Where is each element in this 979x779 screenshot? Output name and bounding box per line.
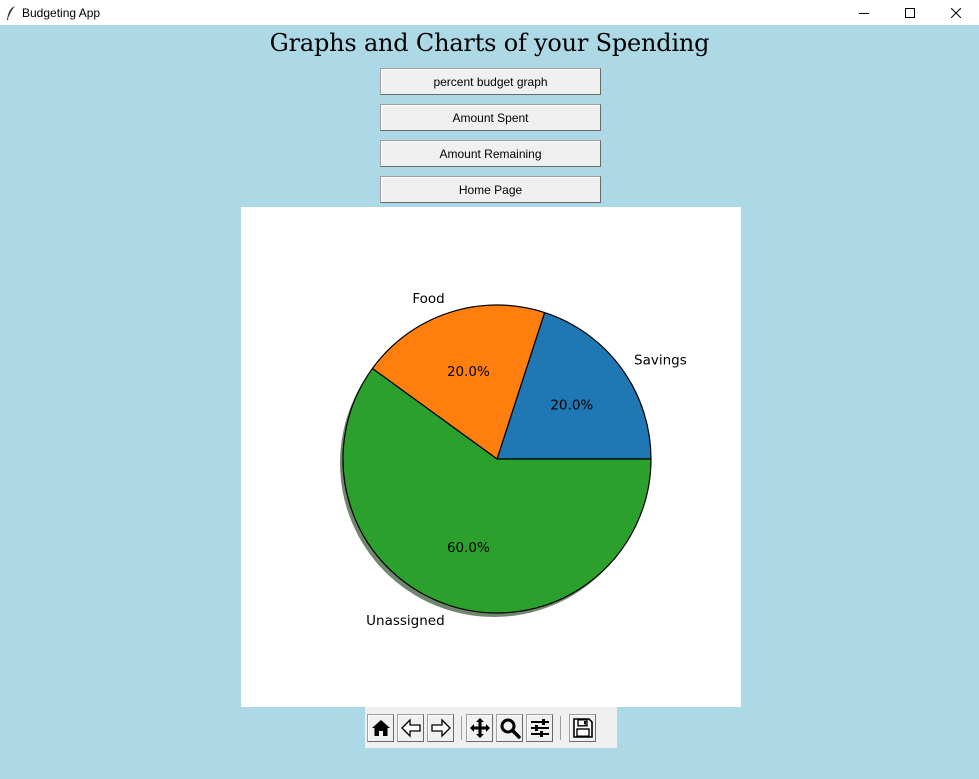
configure-subplots-icon[interactable]	[526, 714, 553, 742]
amount-spent-button[interactable]: Amount Spent	[380, 104, 601, 131]
pan-icon[interactable]	[466, 714, 493, 742]
percent-budget-graph-button[interactable]: percent budget graph	[380, 68, 601, 95]
close-icon[interactable]	[933, 0, 979, 25]
home-page-button[interactable]: Home Page	[380, 176, 601, 203]
pie-percent-label: 60.0%	[447, 540, 490, 556]
feather-icon	[3, 5, 19, 21]
window-controls	[841, 0, 979, 25]
page-title: Graphs and Charts of your Spending	[269, 29, 710, 57]
toolbar-separator	[560, 716, 561, 740]
window-title: Budgeting App	[22, 5, 101, 20]
amount-remaining-button[interactable]: Amount Remaining	[380, 140, 601, 167]
plot-navigation-toolbar	[365, 707, 617, 748]
zoom-icon[interactable]	[496, 714, 523, 742]
minimize-icon[interactable]	[841, 0, 887, 25]
maximize-icon[interactable]	[887, 0, 933, 25]
pie-category-label: Food	[412, 291, 444, 307]
window-titlebar: Budgeting App	[0, 0, 979, 25]
forward-arrow-icon[interactable]	[427, 714, 454, 742]
back-arrow-icon[interactable]	[397, 714, 424, 742]
save-icon[interactable]	[569, 714, 596, 742]
pie-percent-label: 20.0%	[550, 398, 593, 414]
pie-category-label: Savings	[634, 352, 687, 368]
pie-category-label: Unassigned	[366, 613, 445, 629]
home-icon[interactable]	[367, 714, 394, 742]
pie-chart-figure: 20.0% Savings 20.0% Food 60.0% Unassigned	[241, 207, 741, 707]
toolbar-separator	[461, 716, 462, 740]
pie-percent-label: 20.0%	[447, 364, 490, 380]
pie-chart: 20.0% Savings 20.0% Food 60.0% Unassigned	[340, 291, 687, 629]
